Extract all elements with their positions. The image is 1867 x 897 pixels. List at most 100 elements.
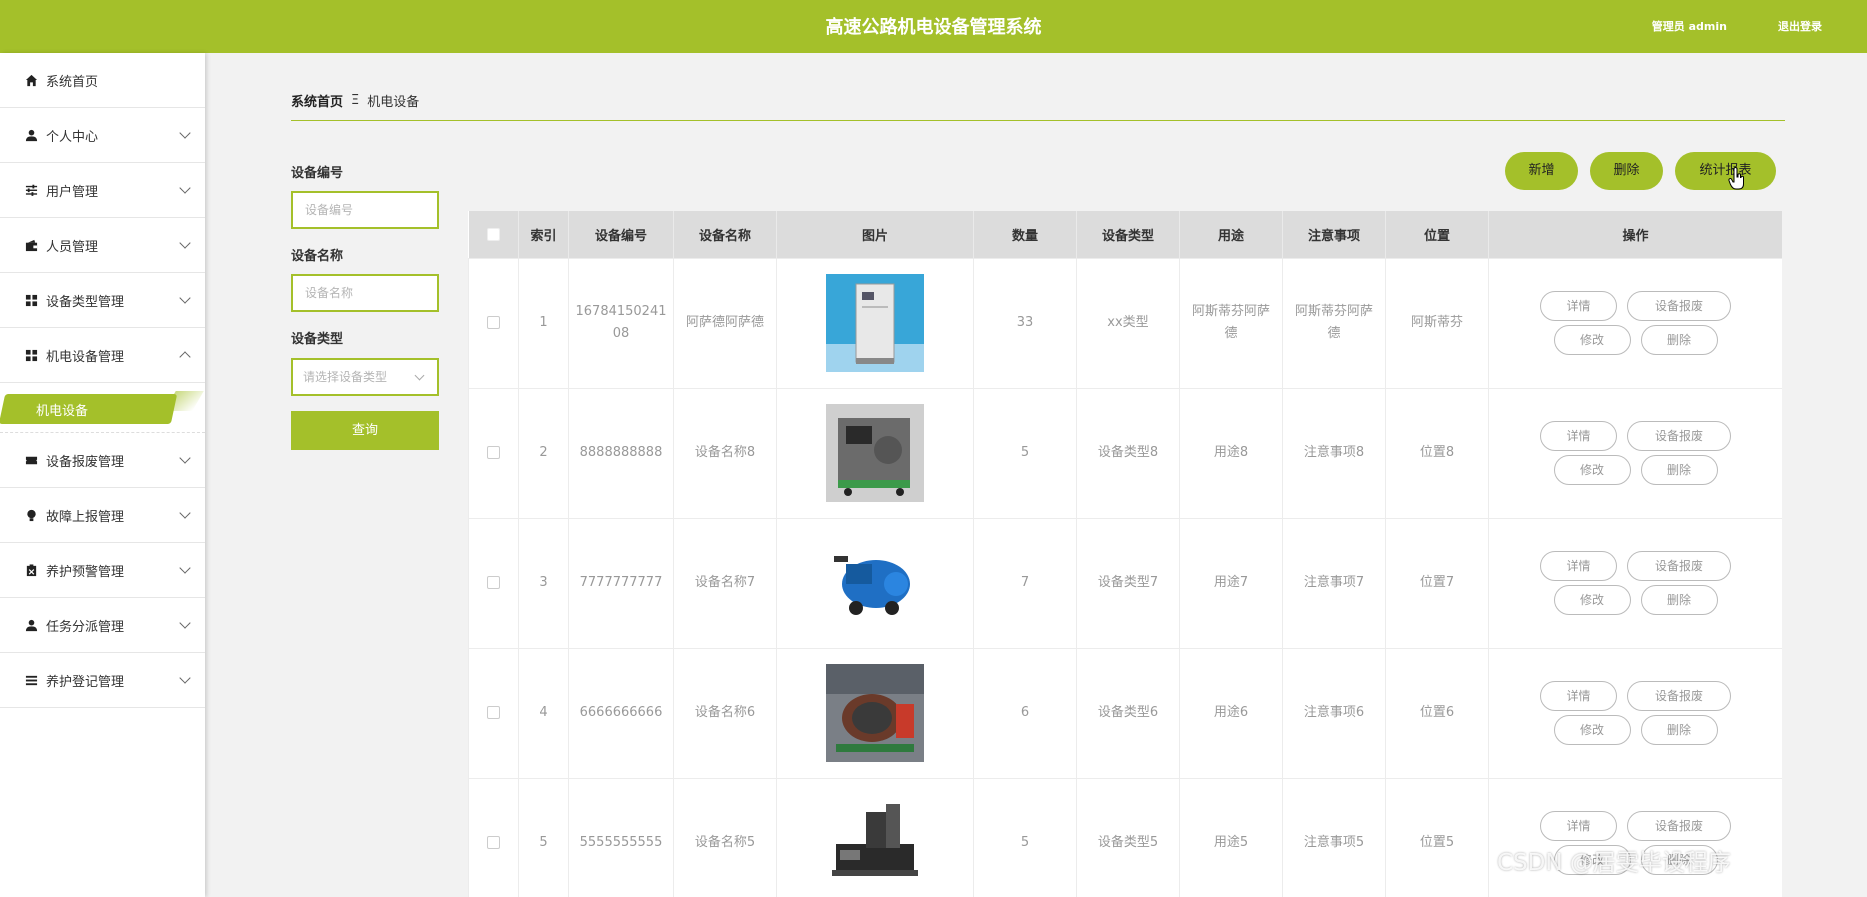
sidebar-item-faults[interactable]: 故障上报管理 bbox=[0, 488, 205, 543]
breadcrumb-separator-icon: Ξ bbox=[351, 93, 360, 108]
cell-note: 注意事项7 bbox=[1282, 517, 1386, 649]
sidebar-item-label: 用户管理 bbox=[46, 184, 99, 200]
detail-button[interactable]: 详情 bbox=[1540, 551, 1617, 581]
cell-use: 用途8 bbox=[1179, 387, 1283, 519]
table-header-row: 索引 设备编号 设备名称 图片 数量 设备类型 用途 注意事项 位置 操作 bbox=[468, 211, 1782, 258]
breadcrumb-home[interactable]: 系统首页 bbox=[291, 91, 343, 110]
sidebar-item-home[interactable]: 系统首页 bbox=[0, 53, 205, 108]
device-code-input[interactable] bbox=[291, 191, 439, 229]
cell-quantity: 5 bbox=[973, 387, 1077, 519]
sidebar-item-warnings[interactable]: 养护预警管理 bbox=[0, 543, 205, 598]
table-row: 2 8888888888 设备名称8 5 设备类型8 用途8 注意事项8 位置8… bbox=[468, 387, 1782, 519]
clipboard-icon bbox=[24, 563, 38, 577]
chevron-down-icon bbox=[179, 562, 191, 574]
cell-location: 位置8 bbox=[1385, 387, 1489, 519]
row-checkbox[interactable] bbox=[487, 445, 500, 459]
sidebar-item-maintenance-log[interactable]: 养护登记管理 bbox=[0, 653, 205, 708]
cell-location: 位置5 bbox=[1385, 777, 1489, 897]
chevron-down-icon bbox=[179, 127, 191, 139]
column-header: 索引 bbox=[518, 211, 569, 258]
chevron-down-icon bbox=[179, 507, 191, 519]
grid-icon bbox=[24, 293, 38, 307]
cell-code: 1678415024108 bbox=[568, 257, 674, 389]
cell-name: 阿萨德阿萨德 bbox=[673, 257, 777, 389]
equipment-image bbox=[826, 794, 924, 892]
scrap-button[interactable]: 设备报废 bbox=[1627, 681, 1731, 711]
scrap-button[interactable]: 设备报废 bbox=[1627, 551, 1731, 581]
sidebar-item-label: 机电设备管理 bbox=[46, 349, 125, 365]
cell-location: 阿斯蒂芬 bbox=[1385, 257, 1489, 389]
cell-index: 1 bbox=[518, 257, 569, 389]
sidebar-subitem-equipment[interactable]: 机电设备 bbox=[36, 400, 88, 419]
cell-location: 位置6 bbox=[1385, 647, 1489, 779]
sidebar-item-profile[interactable]: 个人中心 bbox=[0, 108, 205, 163]
cell-name: 设备名称7 bbox=[673, 517, 777, 649]
home-icon bbox=[24, 73, 38, 87]
select-all-checkbox[interactable] bbox=[486, 227, 500, 241]
edit-button[interactable]: 修改 bbox=[1553, 455, 1631, 485]
detail-button[interactable]: 详情 bbox=[1540, 811, 1617, 841]
detail-button[interactable]: 详情 bbox=[1540, 421, 1617, 451]
sidebar-item-equipment[interactable]: 机电设备管理 bbox=[0, 328, 205, 383]
row-delete-button[interactable]: 删除 bbox=[1640, 455, 1718, 485]
sidebar-item-label: 设备类型管理 bbox=[46, 294, 125, 310]
query-button[interactable]: 查询 bbox=[291, 411, 439, 450]
chevron-down-icon bbox=[179, 182, 191, 194]
list-icon bbox=[24, 673, 38, 687]
row-delete-button[interactable]: 删除 bbox=[1640, 715, 1718, 745]
sidebar-item-users[interactable]: 用户管理 bbox=[0, 163, 205, 218]
sidebar-item-label: 养护登记管理 bbox=[46, 674, 125, 690]
sidebar-item-label: 设备报废管理 bbox=[46, 454, 125, 470]
add-button[interactable]: 新增 bbox=[1505, 152, 1578, 190]
sidebar-item-label: 故障上报管理 bbox=[46, 509, 125, 525]
cell-quantity: 5 bbox=[973, 777, 1077, 897]
cell-type: 设备类型8 bbox=[1076, 387, 1180, 519]
column-header: 操作 bbox=[1488, 211, 1782, 258]
select-all-cell bbox=[468, 211, 519, 258]
scrap-button[interactable]: 设备报废 bbox=[1627, 421, 1731, 451]
edit-button[interactable]: 修改 bbox=[1553, 585, 1631, 615]
column-header: 设备编号 bbox=[568, 211, 674, 258]
edit-button[interactable]: 修改 bbox=[1553, 715, 1631, 745]
chevron-down-icon bbox=[179, 617, 191, 629]
scrap-button[interactable]: 设备报废 bbox=[1627, 811, 1731, 841]
chevron-down-icon bbox=[179, 237, 191, 249]
cell-code: 8888888888 bbox=[568, 387, 674, 519]
sidebar-item-staff[interactable]: 人员管理 bbox=[0, 218, 205, 273]
equipment-image bbox=[826, 534, 924, 632]
row-checkbox[interactable] bbox=[487, 575, 500, 589]
device-code-label: 设备编号 bbox=[291, 166, 344, 181]
row-delete-button[interactable]: 删除 bbox=[1640, 325, 1718, 355]
logout-link[interactable]: 退出登录 bbox=[1778, 18, 1822, 34]
detail-button[interactable]: 详情 bbox=[1540, 681, 1617, 711]
delete-button[interactable]: 删除 bbox=[1590, 152, 1663, 190]
row-checkbox[interactable] bbox=[487, 705, 500, 719]
device-name-input[interactable] bbox=[291, 274, 439, 312]
report-button[interactable]: 统计报表 bbox=[1675, 152, 1776, 190]
row-checkbox[interactable] bbox=[487, 315, 500, 329]
chevron-down-icon bbox=[179, 292, 191, 304]
column-header: 设备类型 bbox=[1076, 211, 1180, 258]
equipment-table: 索引 设备编号 设备名称 图片 数量 设备类型 用途 注意事项 位置 操作 1 … bbox=[468, 211, 1782, 897]
chevron-up-icon bbox=[179, 351, 191, 363]
row-delete-button[interactable]: 删除 bbox=[1640, 585, 1718, 615]
top-bar: 高速公路机电设备管理系统 管理员 admin 退出登录 bbox=[0, 0, 1867, 53]
cell-use: 用途6 bbox=[1179, 647, 1283, 779]
detail-button[interactable]: 详情 bbox=[1540, 291, 1617, 321]
column-header: 用途 bbox=[1179, 211, 1283, 258]
device-type-label: 设备类型 bbox=[291, 332, 344, 347]
sidebar-item-tasks[interactable]: 任务分派管理 bbox=[0, 598, 205, 653]
scrap-button[interactable]: 设备报废 bbox=[1627, 291, 1731, 321]
cell-code: 5555555555 bbox=[568, 777, 674, 897]
equipment-image bbox=[826, 274, 924, 372]
current-user: 管理员 admin bbox=[1651, 20, 1727, 33]
sidebar-item-device-types[interactable]: 设备类型管理 bbox=[0, 273, 205, 328]
device-type-select[interactable]: 请选择设备类型 bbox=[291, 358, 439, 396]
row-checkbox[interactable] bbox=[487, 835, 500, 849]
edit-button[interactable]: 修改 bbox=[1553, 325, 1631, 355]
cell-note: 注意事项8 bbox=[1282, 387, 1386, 519]
cell-use: 用途5 bbox=[1179, 777, 1283, 897]
chevron-down-icon bbox=[179, 452, 191, 464]
cell-use: 用途7 bbox=[1179, 517, 1283, 649]
sidebar-item-scrap[interactable]: 设备报废管理 bbox=[0, 433, 205, 488]
